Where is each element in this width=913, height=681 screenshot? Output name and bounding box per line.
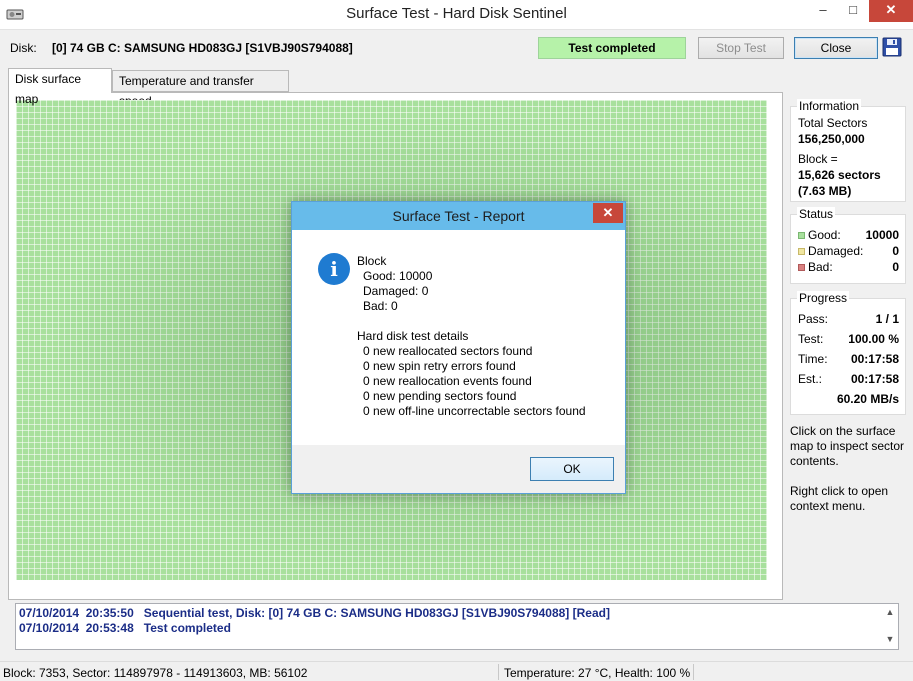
maximize-button[interactable]: □ (839, 0, 867, 22)
est-row: Est.: 00:17:58 (798, 372, 899, 386)
time-label: Time: (798, 352, 828, 366)
test-status-badge: Test completed (538, 37, 686, 59)
progress-group: Progress Pass: 1 / 1 Test: 100.00 % Time… (790, 291, 906, 415)
floppy-disk-icon[interactable] (882, 37, 902, 57)
report-dialog: Surface Test - Report ✕ i Block Good: 10… (291, 201, 626, 494)
block-size: (7.63 MB) (798, 184, 852, 198)
detail-line: 0 new spin retry errors found (363, 359, 516, 373)
header: Disk: [0] 74 GB C: SAMSUNG HD083GJ [S1VB… (0, 30, 913, 66)
bad-count: Bad: 0 (363, 299, 398, 313)
good-value: 10000 (865, 228, 899, 242)
stop-test-button[interactable]: Stop Test (698, 37, 784, 59)
pass-row: Pass: 1 / 1 (798, 312, 899, 326)
surface-hint: Click on the surface map to inspect sect… (790, 424, 905, 468)
scroll-down-icon[interactable]: ▼ (884, 634, 896, 646)
block-label: Block = (798, 152, 838, 166)
test-row: Test: 100.00 % (798, 332, 899, 346)
disk-label: Disk: (10, 41, 37, 55)
disk-name: [0] 74 GB C: SAMSUNG HD083GJ [S1VBJ90S79… (52, 41, 353, 55)
block-heading: Block (357, 254, 387, 268)
ok-button[interactable]: OK (530, 457, 614, 481)
log-list[interactable]: 07/10/2014 20:35:50 Sequential test, Dis… (15, 603, 899, 650)
log-entry: 07/10/2014 20:53:48 Test completed (19, 621, 231, 635)
close-button[interactable]: Close (794, 37, 878, 59)
test-value: 100.00 % (848, 332, 899, 346)
damaged-row: Damaged: 0 (798, 244, 899, 258)
temperature-health: Temperature: 27 °C, Health: 100 % (504, 666, 691, 680)
window-close-button[interactable]: ✕ (869, 0, 913, 22)
speed-value: 60.20 MB/s (836, 392, 899, 406)
title-bar: Surface Test - Hard Disk Sentinel – □ ✕ (0, 0, 913, 30)
information-group: Information Total Sectors 156,250,000 Bl… (790, 99, 906, 202)
status-divider (693, 664, 694, 680)
tab-disk-surface-map[interactable]: Disk surface map (8, 68, 112, 106)
tab-temperature-transfer[interactable]: Temperature and transfer speed (112, 70, 289, 108)
total-sectors-value: 156,250,000 (798, 132, 865, 146)
log-time: 20:35:50 (85, 606, 134, 620)
damaged-count: Damaged: 0 (363, 284, 429, 298)
report-body: Block Good: 10000 Damaged: 0 Bad: 0 Hard… (357, 254, 586, 419)
detail-line: 0 new off-line uncorrectable sectors fou… (363, 404, 586, 418)
progress-title: Progress (797, 291, 850, 305)
time-row: Time: 00:17:58 (798, 352, 899, 366)
damaged-label: Damaged: (808, 244, 864, 258)
total-sectors-label: Total Sectors (798, 116, 868, 130)
status-bar: Block: 7353, Sector: 114897978 - 1149136… (0, 661, 913, 681)
status-divider (498, 664, 499, 680)
dialog-footer: OK (292, 445, 625, 493)
good-legend-swatch (798, 232, 805, 240)
est-label: Est.: (798, 372, 823, 386)
pass-label: Pass: (798, 312, 829, 326)
good-count: Good: 10000 (363, 269, 433, 283)
detail-line: 0 new reallocation events found (363, 374, 532, 388)
bad-row: Bad: 0 (798, 260, 899, 274)
information-icon: i (318, 253, 350, 285)
details-heading: Hard disk test details (357, 329, 469, 343)
est-value: 00:17:58 (850, 372, 899, 386)
context-hint: Right click to open context menu. (790, 484, 889, 513)
scroll-up-icon[interactable]: ▲ (884, 607, 896, 619)
block-info: Block: 7353, Sector: 114897978 - 1149136… (3, 666, 308, 680)
detail-line: 0 new reallocated sectors found (363, 344, 533, 358)
test-label: Test: (798, 332, 824, 346)
block-sectors: 15,626 sectors (798, 168, 881, 182)
status-group: Status Good: 10000 Damaged: 0 Bad: 0 (790, 207, 906, 284)
time-value: 00:17:58 (850, 352, 899, 366)
log-date: 07/10/2014 (19, 606, 80, 620)
log-date: 07/10/2014 (19, 621, 80, 635)
good-row: Good: 10000 (798, 228, 899, 242)
bad-label: Bad: (808, 260, 833, 274)
bad-legend-swatch (798, 264, 805, 272)
good-label: Good: (808, 228, 841, 242)
log-time: 20:53:48 (85, 621, 134, 635)
status-title: Status (797, 207, 836, 221)
window-title: Surface Test - Hard Disk Sentinel (346, 5, 567, 22)
log-message: Sequential test, Disk: [0] 74 GB C: SAMS… (143, 606, 610, 620)
damaged-value: 0 (892, 244, 899, 258)
dialog-title: Surface Test - Report (392, 208, 525, 224)
detail-line: 0 new pending sectors found (363, 389, 517, 403)
information-title: Information (797, 99, 862, 113)
pass-value: 1 / 1 (875, 312, 899, 326)
damaged-legend-swatch (798, 248, 805, 256)
bad-value: 0 (892, 260, 899, 274)
minimize-button[interactable]: – (809, 0, 837, 22)
dialog-title-bar: Surface Test - Report ✕ (292, 202, 625, 230)
log-message: Test completed (143, 621, 231, 635)
log-entry: 07/10/2014 20:35:50 Sequential test, Dis… (19, 606, 610, 620)
dialog-close-button[interactable]: ✕ (593, 203, 623, 223)
